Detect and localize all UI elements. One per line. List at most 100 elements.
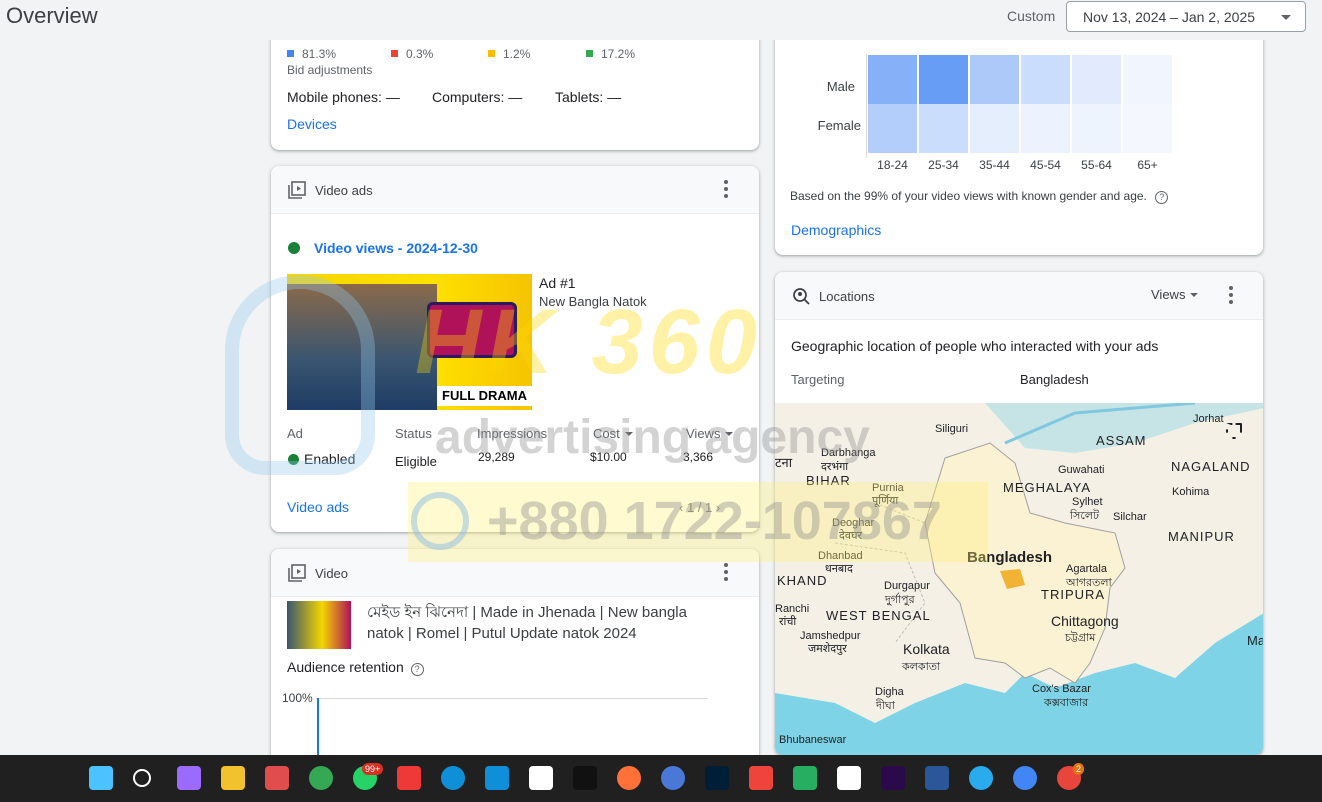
map-label-chittagong-bn: চট্টগ্রাম (1065, 632, 1096, 644)
locations-title: Locations (819, 289, 875, 304)
capcut-icon[interactable] (529, 766, 553, 790)
video-ads-link[interactable]: Video ads (287, 499, 349, 515)
col-views[interactable]: Views (686, 426, 734, 441)
map-label-durgapur-bn: দুর্গাপুর (885, 594, 915, 606)
windows-start-icon[interactable] (89, 766, 113, 790)
mobile-bid: Mobile phones: — (287, 89, 400, 105)
help-icon[interactable]: ? (1155, 191, 1169, 204)
map-label-bangladesh: Bangladesh (967, 549, 1053, 566)
pager-label: 1 / 1 (686, 500, 713, 515)
video-name-line1[interactable]: মেইড ইন ঝিনেদা | Made in Jhenada | New b… (367, 601, 687, 626)
chevron-down-icon (1281, 15, 1291, 20)
map-label-agartala-bn: আগরতলা (1066, 577, 1112, 589)
ad-thumbnail[interactable]: FULL DRAMA (287, 274, 532, 410)
map-label-khand: KHAND (777, 573, 828, 588)
date-range-value: Nov 13, 2024 – Jan 2, 2025 (1083, 9, 1256, 25)
chevron-left-icon[interactable]: ‹ (679, 500, 683, 515)
heatmap-col-label: 25-34 (928, 158, 959, 172)
more-options-icon[interactable] (723, 563, 729, 583)
computers-bid: Computers: — (432, 89, 523, 105)
heatmap-cell[interactable] (868, 55, 917, 104)
heatmap-cell[interactable] (868, 104, 917, 153)
tablets-bid: Tablets: — (555, 89, 622, 105)
heatmap-cell[interactable] (1021, 104, 1070, 153)
devices-link[interactable]: Devices (287, 116, 337, 132)
map-label-coxs-bn: কক্সবাজার (1044, 697, 1089, 709)
photoshop-icon[interactable] (705, 766, 729, 790)
heatmap-cell[interactable] (970, 55, 1019, 104)
heatmap-cell[interactable] (1072, 55, 1121, 104)
app-installer-icon[interactable] (793, 766, 817, 790)
date-range-picker[interactable]: Nov 13, 2024 – Jan 2, 2025 (1066, 1, 1306, 32)
locations-header: Locations Views (775, 272, 1263, 320)
firefox-icon[interactable] (617, 766, 641, 790)
video-thumbnail[interactable] (287, 601, 351, 649)
map-label-kolkata: Kolkata (903, 641, 950, 657)
targeting-label: Targeting (791, 372, 845, 387)
heatmap-col-label: 45-54 (1030, 158, 1061, 172)
heatmap-cell[interactable] (970, 104, 1019, 153)
sort-icon (624, 432, 633, 436)
more-options-icon[interactable] (1228, 286, 1234, 306)
capcut-alt-icon[interactable] (837, 766, 861, 790)
heatmap-cell[interactable] (1123, 104, 1172, 153)
heatmap-cell[interactable] (919, 55, 968, 104)
copilot-icon[interactable] (177, 766, 201, 790)
chevron-right-icon[interactable]: › (716, 500, 720, 515)
top-bar: Overview Custom Nov 13, 2024 – Jan 2, 20… (0, 0, 1322, 40)
audience-retention-label: Audience retention ? (287, 659, 424, 676)
sync-icon[interactable] (661, 766, 685, 790)
page-title: Overview (6, 3, 98, 28)
snipping-tool-icon[interactable] (265, 766, 289, 790)
devices-legend-item: 0.3% (391, 47, 433, 61)
map-label-darbhanga: Darbhanga (821, 447, 876, 459)
heatmap-cell[interactable] (1021, 55, 1070, 104)
video-ads-card: Video ads Video views - 2024-12-30 FULL … (271, 166, 759, 532)
col-cost[interactable]: Cost (593, 426, 633, 441)
thumbnail-banner: FULL DRAMA (437, 386, 532, 406)
map-label-ranchi-bn: रांची (779, 616, 797, 628)
heatmap-row-label: Male (826, 79, 855, 94)
row-impressions: 29,289 (478, 450, 515, 464)
map-label-guwahati: Guwahati (1058, 464, 1105, 476)
heatmap-cell[interactable] (919, 104, 968, 153)
google-ads-icon[interactable] (1013, 766, 1037, 790)
more-options-icon[interactable] (723, 180, 729, 200)
pager[interactable]: ‹ 1 / 1 › (679, 500, 720, 515)
ad-name: Ad #1 (539, 275, 576, 291)
word-icon[interactable] (925, 766, 949, 790)
vivaldi-icon[interactable] (397, 766, 421, 790)
search-icon[interactable] (133, 769, 151, 787)
demographics-note: Based on the 99% of your video views wit… (790, 189, 1169, 204)
retention-y-tick: 100% (282, 691, 313, 705)
microsoft-store-icon[interactable] (485, 766, 509, 790)
help-icon[interactable]: ? (410, 663, 424, 676)
date-range-type-label: Custom (1007, 8, 1056, 24)
row-cost: $10.00 (590, 450, 627, 464)
video-library-icon (288, 564, 306, 582)
map-label-jorhat: Jorhat (1193, 413, 1224, 425)
demographics-link[interactable]: Demographics (791, 222, 881, 238)
devices-legend-item: 1.2% (488, 47, 530, 61)
heatmap-cell[interactable] (1072, 104, 1121, 153)
video-ad-title[interactable]: Video views - 2024-12-30 (314, 240, 478, 256)
video-name-line2[interactable]: natok | Romel | Putul Update natok 2024 (367, 625, 637, 642)
capcut-desktop-icon[interactable] (573, 766, 597, 790)
premiere-pro-icon[interactable] (881, 766, 905, 790)
heatmap-cell[interactable] (1123, 55, 1172, 104)
col-ad: Ad (287, 426, 303, 441)
chrome-icon[interactable] (309, 766, 333, 790)
heatmap-col-label: 18-24 (877, 158, 908, 172)
edge-icon[interactable] (441, 766, 465, 790)
location-map[interactable]: ASSAM NAGALAND MEGHALAYA MANIPUR TRIPURA… (775, 403, 1263, 755)
map-label-kohima: Kohima (1172, 486, 1210, 498)
anydesk-icon[interactable] (749, 766, 773, 790)
metric-dropdown[interactable]: Views (1151, 287, 1199, 302)
map-label-siliguri: Siliguri (935, 423, 969, 435)
file-explorer-icon[interactable] (221, 766, 245, 790)
locations-card: Locations Views Geographic location of p… (775, 272, 1263, 755)
map-label-kolkata-bn: কলকাতা (902, 661, 941, 673)
telegram-icon[interactable] (969, 766, 993, 790)
chevron-down-icon (1190, 293, 1199, 297)
heatmap-row-label: Female (817, 118, 861, 133)
